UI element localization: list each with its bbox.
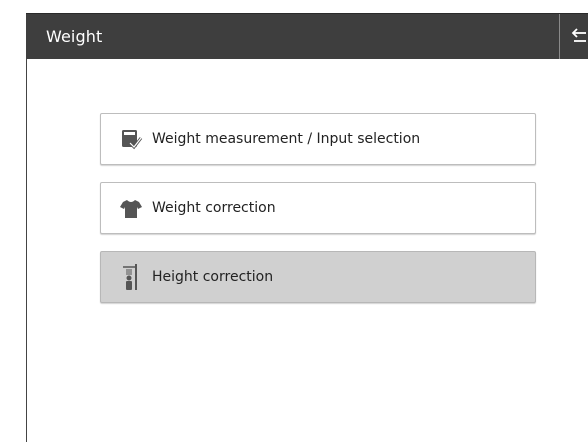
weight-measurement-input-selection-button[interactable]: Weight measurement / Input selection [100, 113, 536, 165]
weight-correction-button[interactable]: Weight correction [100, 182, 536, 234]
height-gauge-icon [123, 264, 137, 290]
title-bar: Weight [26, 13, 588, 60]
weight-screen: Weight Weight measurement / Input select… [0, 0, 588, 442]
shirt-icon [120, 200, 142, 218]
height-correction-label: Height correction [152, 269, 274, 285]
height-correction-button[interactable]: Height correction [100, 251, 536, 303]
weight-correction-label: Weight correction [152, 200, 276, 216]
swap-arrows-icon [571, 28, 586, 42]
scale-checkmark-icon [122, 130, 143, 150]
weight-measurement-label: Weight measurement / Input selection [152, 131, 421, 147]
switch-button[interactable] [560, 14, 588, 60]
page-title: Weight [46, 27, 103, 46]
menu-area: Weight measurement / Input selection Wei… [26, 59, 588, 442]
